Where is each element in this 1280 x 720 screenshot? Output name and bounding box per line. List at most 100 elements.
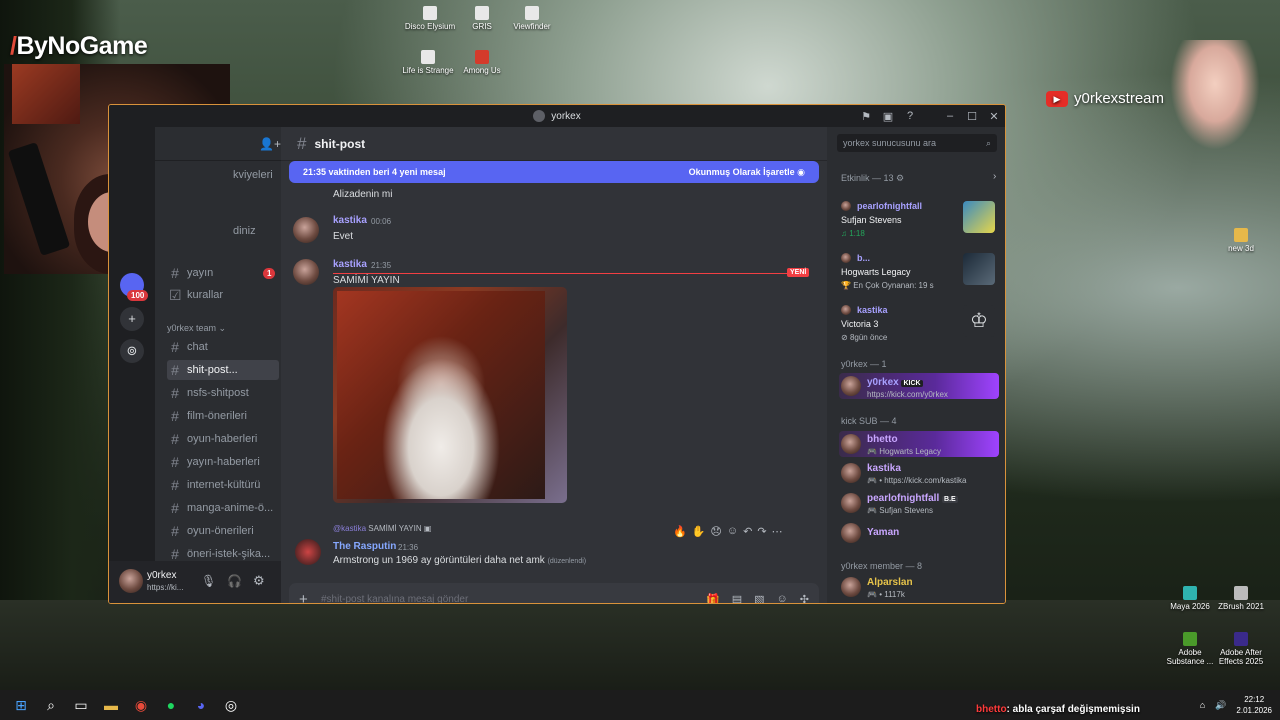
member-name[interactable]: pearlofnightfall B.E — [867, 493, 958, 504]
reaction-fire-icon[interactable]: 🔥 — [673, 525, 687, 538]
gif-icon[interactable]: ▤ — [732, 593, 742, 604]
desktop-icon-life-is-strange[interactable]: Life is Strange — [398, 50, 458, 75]
forward-icon[interactable]: ↷ — [757, 525, 766, 538]
image-attachment[interactable] — [333, 287, 567, 503]
avatar[interactable] — [841, 434, 861, 454]
member-name[interactable]: bhetto — [867, 434, 898, 445]
apps-icon[interactable]: ✣ — [800, 593, 809, 604]
message-text: Evet — [333, 231, 354, 242]
channel-item-yayin-haberleri[interactable]: # yayın-haberleri — [167, 452, 279, 472]
avatar[interactable] — [295, 539, 321, 565]
desktop-icon-after-effects[interactable]: Adobe After Effects 2025 — [1211, 632, 1271, 666]
close-button[interactable]: ✕ — [983, 110, 1005, 123]
new-tag: YENİ — [787, 268, 810, 277]
user-status: https://ki... — [147, 583, 184, 592]
channel-item-oyun-haberleri[interactable]: # oyun-haberleri — [167, 429, 279, 449]
add-server-icon[interactable]: + — [120, 307, 144, 331]
desktop-icon-among-us[interactable]: Among Us — [452, 50, 512, 75]
app-icon[interactable]: ◎ — [216, 690, 246, 720]
window-titlebar: yorkex ⚑ ▣ ? – ☐ ✕ — [109, 105, 1005, 127]
search-input[interactable]: yorkex sunucusunu ara ⌕ — [837, 134, 997, 152]
message-author[interactable]: kastika — [333, 215, 367, 226]
reaction-face-icon[interactable]: 😞 — [710, 525, 721, 538]
member-name[interactable]: kastika — [867, 463, 901, 474]
channel-item-oyun-onerileri[interactable]: # oyun-önerileri — [167, 521, 279, 541]
channel-item-film-onerileri[interactable]: # film-önerileri — [167, 406, 279, 426]
file-explorer-icon[interactable]: ▬ — [96, 690, 126, 720]
emoji-icon[interactable]: ☺ — [777, 593, 788, 604]
activity-user[interactable]: b... — [857, 253, 870, 263]
system-tray: ⌂ 🔊 22:12 2.01.2026 — [1200, 690, 1272, 720]
activity-thumbnail — [963, 253, 995, 285]
victoria-logo-icon: ♔ — [963, 305, 995, 337]
mark-read-button[interactable]: Okunmuş Olarak İşaretle ◉ — [689, 167, 805, 178]
message-composer[interactable]: + #shit-post kanalına mesaj gönder 🎁 ▤ ▧… — [289, 583, 819, 604]
minimize-button[interactable]: – — [939, 110, 961, 122]
chevron-right-icon[interactable]: › — [993, 171, 996, 182]
desktop-icon-new-3d[interactable]: new 3d — [1211, 228, 1271, 253]
discord-icon[interactable]: ◕ — [186, 690, 216, 720]
channel-hash-icon: # — [297, 133, 307, 153]
youtube-icon: ▶ — [1046, 90, 1068, 107]
avatar[interactable] — [293, 217, 319, 243]
reply-preview[interactable]: @kastika SAMİMİ YAYIN ▣ — [333, 524, 431, 533]
discover-icon[interactable]: ⊚ — [120, 339, 144, 363]
new-messages-bar[interactable]: 21:35 vaktinden beri 4 yeni mesaj Okunmu… — [289, 161, 819, 183]
headphones-icon[interactable]: 🎧 — [227, 574, 242, 588]
more-icon[interactable]: ⋯ — [772, 525, 783, 538]
new-messages-divider — [333, 273, 803, 274]
sticker-icon[interactable]: ▧ — [754, 593, 764, 604]
user-name: y0rkex — [147, 570, 177, 581]
avatar[interactable] — [841, 577, 861, 597]
channel-item-chat[interactable]: # chat — [167, 337, 279, 357]
desktop-icon-viewfinder[interactable]: Viewfinder — [502, 6, 562, 31]
avatar[interactable] — [841, 376, 861, 396]
search-icon[interactable]: ⌕ — [36, 690, 66, 720]
vtuber-avatar-overlay — [1170, 40, 1260, 150]
member-group-header: y0rkex member — 8 — [841, 561, 923, 571]
avatar[interactable] — [293, 259, 319, 285]
search-icon: ⌕ — [985, 137, 991, 148]
channel-item-internet-kulturu[interactable]: # internet-kültürü — [167, 475, 279, 495]
windows-start-icon[interactable]: ⊞ — [6, 690, 36, 720]
flag-icon[interactable]: ⚑ — [855, 110, 877, 123]
activity-user[interactable]: kastika — [857, 305, 888, 315]
channel-item-manga-anime[interactable]: # manga-anime-ö... — [167, 498, 279, 518]
avatar[interactable] — [841, 523, 861, 543]
channel-item-shit-post[interactable]: # shit-post... — [167, 360, 279, 380]
spotify-icon[interactable]: ● — [156, 690, 186, 720]
microphone-icon[interactable]: 🎙 — [201, 574, 216, 588]
desktop-icon-disco-elysium[interactable]: Disco Elysium — [400, 6, 460, 31]
gear-icon[interactable]: ⚙ — [253, 573, 265, 589]
channel-item-kurallar[interactable]: ☑ kurallar — [167, 285, 279, 305]
gift-icon[interactable]: 🎁 — [706, 593, 720, 604]
add-reaction-icon[interactable]: ☺ — [727, 525, 738, 538]
add-attachment-icon[interactable]: + — [299, 591, 321, 604]
message-author[interactable]: The Rasputin — [333, 541, 396, 552]
desktop-icon-zbrush[interactable]: ZBrush 2021 — [1211, 586, 1271, 611]
avatar[interactable] — [841, 463, 861, 483]
maximize-button[interactable]: ☐ — [961, 110, 983, 123]
channel-category[interactable]: y0rkex team ⌄ — [167, 323, 226, 334]
help-icon[interactable]: ? — [899, 110, 921, 122]
activity-title: Hogwarts Legacy — [841, 267, 911, 277]
avatar[interactable] — [119, 569, 143, 593]
reply-icon[interactable]: ↶ — [743, 525, 752, 538]
message-author[interactable]: kastika — [333, 259, 367, 270]
reaction-icon[interactable]: ✋ — [692, 525, 706, 538]
avatar[interactable] — [841, 493, 861, 513]
member-name[interactable]: y0rkex KICK — [867, 377, 923, 388]
message-input[interactable]: #shit-post kanalına mesaj gönder — [321, 594, 706, 604]
member-name[interactable]: Yaman — [867, 527, 899, 538]
task-view-icon[interactable]: ▭ — [66, 690, 96, 720]
network-icon[interactable]: ⌂ — [1200, 700, 1205, 710]
volume-icon[interactable]: 🔊 — [1215, 700, 1226, 711]
invite-user-icon[interactable]: 👤+ — [259, 137, 281, 151]
clock[interactable]: 22:12 2.01.2026 — [1236, 694, 1272, 716]
member-name[interactable]: Alparslan — [867, 577, 913, 588]
activity-thumbnail — [963, 201, 995, 233]
chrome-icon[interactable]: ◉ — [126, 690, 156, 720]
activity-user[interactable]: pearlofnightfall — [857, 201, 922, 211]
channel-item-nsfs-shitpost[interactable]: # nsfs-shitpost — [167, 383, 279, 403]
inbox-icon[interactable]: ▣ — [877, 110, 899, 123]
